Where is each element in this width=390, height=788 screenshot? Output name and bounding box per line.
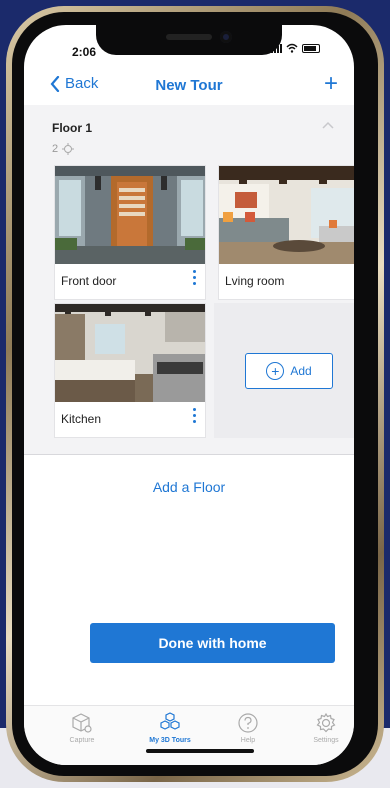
battery-icon: [302, 43, 320, 53]
app-screen: 2:06 Back New Tour + Floor 1 2 Front doo…: [24, 25, 354, 765]
gear-icon: [316, 712, 336, 733]
more-options-icon[interactable]: [193, 270, 197, 285]
add-icon[interactable]: +: [324, 71, 338, 97]
room-card-kitchen[interactable]: Kitchen: [54, 303, 206, 438]
done-with-home-button[interactable]: Done with home: [90, 623, 335, 663]
phone-frame: 2:06 Back New Tour + Floor 1 2 Front doo…: [6, 6, 384, 782]
page-title: New Tour: [155, 77, 223, 94]
tab-help[interactable]: Help: [218, 712, 278, 744]
speaker: [166, 34, 212, 40]
phone-bezel: 2:06 Back New Tour + Floor 1 2 Front doo…: [12, 12, 378, 776]
add-room-button[interactable]: + Add: [245, 353, 333, 389]
help-icon: [238, 713, 258, 733]
tab-settings[interactable]: Settings: [296, 712, 354, 744]
tab-my-3d-tours[interactable]: My 3D Tours: [140, 712, 200, 744]
room-count-value: 2: [52, 143, 59, 155]
front-camera: [220, 31, 232, 43]
home-indicator: [146, 749, 254, 753]
floor-room-count: 2: [52, 143, 75, 155]
nav-bar: Back New Tour +: [24, 71, 354, 105]
notch: [96, 25, 282, 55]
tab-bar: Capture My 3D Tours Help Settings: [24, 705, 354, 765]
tab-capture[interactable]: Capture: [52, 712, 112, 744]
status-time: 2:06: [72, 45, 97, 59]
room-label: Lving room: [225, 274, 285, 288]
chevron-up-icon[interactable]: [322, 121, 334, 129]
room-label: Kitchen: [61, 412, 102, 426]
more-options-icon[interactable]: [193, 408, 197, 423]
location-target-icon: [62, 143, 75, 155]
front-door-photo: [55, 166, 205, 264]
tab-label: My 3D Tours: [149, 737, 191, 744]
add-room-slot: + Add: [214, 303, 354, 438]
kitchen-photo: [55, 304, 205, 402]
room-card-front-door[interactable]: Front door: [54, 165, 206, 300]
cubes-icon: [160, 712, 180, 730]
plus-circle-icon: +: [266, 362, 285, 380]
cube-capture-icon: [72, 713, 92, 733]
tab-label: Help: [240, 737, 256, 744]
tab-label: Capture: [69, 737, 95, 744]
tab-label: Settings: [313, 737, 339, 744]
room-card-living-room[interactable]: Lving room: [218, 165, 354, 300]
add-room-label: Add: [290, 364, 312, 378]
living-room-photo: [219, 166, 354, 264]
add-floor-link[interactable]: Add a Floor: [24, 479, 354, 495]
floor-title: Floor 1: [52, 121, 93, 135]
room-label: Front door: [61, 274, 117, 288]
wifi-icon: [286, 43, 298, 53]
